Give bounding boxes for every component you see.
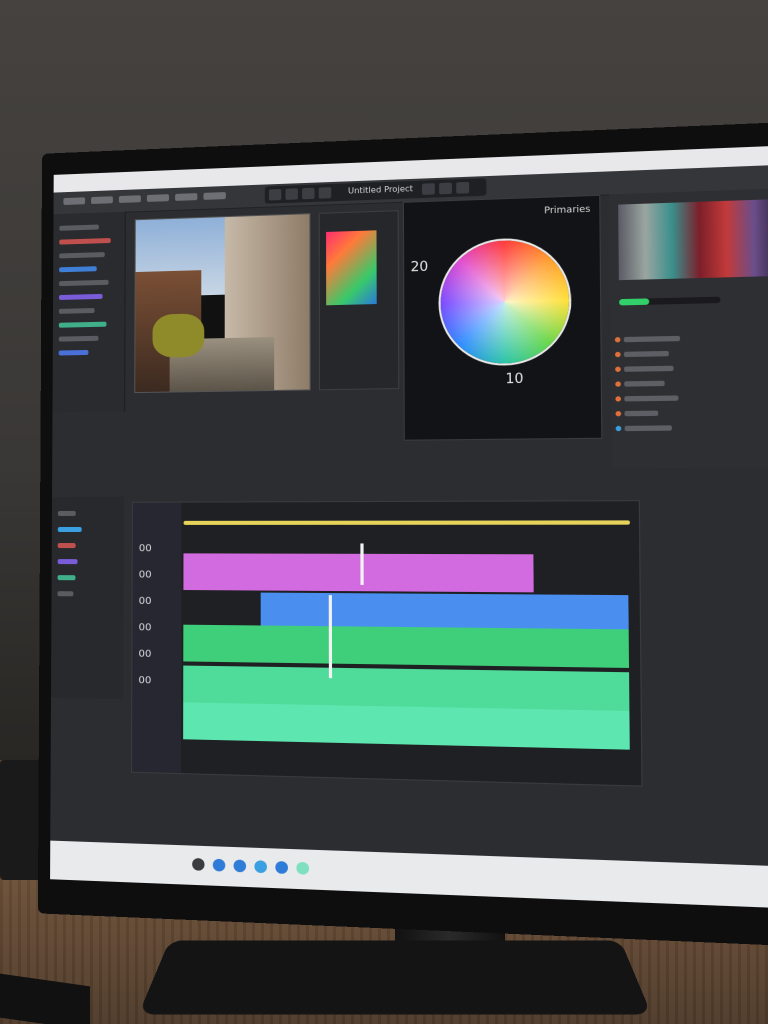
media-item[interactable] xyxy=(58,321,107,328)
saturation-slider[interactable] xyxy=(618,296,721,306)
menu-item[interactable] xyxy=(203,192,226,200)
track-header[interactable] xyxy=(57,543,76,549)
list-bullet xyxy=(615,366,621,372)
toolbar-button[interactable] xyxy=(421,183,435,195)
track-label: 00 xyxy=(138,675,152,687)
media-item[interactable] xyxy=(58,335,99,342)
photo-scene: Untitled Project Primaries 20 10 00 00 0… xyxy=(0,0,768,1024)
color-wheel-panel: Primaries 20 10 xyxy=(402,194,603,441)
track-label: 00 xyxy=(138,569,152,581)
scope-spectrum xyxy=(618,198,768,281)
clip-green[interactable] xyxy=(183,624,630,668)
media-browser-panel xyxy=(52,211,126,413)
track-label: 00 xyxy=(138,543,152,555)
taskbar-icon[interactable] xyxy=(233,859,247,873)
wheel-title: Primaries xyxy=(543,204,591,217)
list-bullet xyxy=(615,351,621,358)
toolbar-button[interactable] xyxy=(302,187,315,200)
media-item[interactable] xyxy=(58,308,95,314)
clip-teal[interactable] xyxy=(183,702,630,750)
inspector-item[interactable] xyxy=(624,425,672,432)
wheel-value: 20 xyxy=(410,259,429,276)
track-header[interactable] xyxy=(57,575,76,581)
screen: Untitled Project Primaries 20 10 00 00 0… xyxy=(50,144,768,910)
media-item[interactable] xyxy=(59,279,109,287)
menu-item[interactable] xyxy=(175,193,198,201)
inspector-item[interactable] xyxy=(623,335,681,343)
color-gradient-picker[interactable] xyxy=(326,230,377,306)
menu-item[interactable] xyxy=(146,194,170,202)
track-header[interactable] xyxy=(57,591,74,597)
track-header[interactable] xyxy=(57,526,82,533)
menu-item[interactable] xyxy=(63,197,86,206)
toolbar-button[interactable] xyxy=(268,188,282,201)
playhead-secondary[interactable] xyxy=(328,595,333,679)
os-taskbar xyxy=(50,840,768,910)
monitor-stand-base xyxy=(138,940,652,1015)
inspector-panel xyxy=(609,187,768,469)
track-label: 00 xyxy=(138,648,152,660)
list-bullet xyxy=(615,396,622,402)
toolbar-button[interactable] xyxy=(318,187,332,199)
list-bullet xyxy=(615,411,622,417)
taskbar-icon[interactable] xyxy=(296,861,310,875)
toolbar-button[interactable] xyxy=(439,182,452,195)
taskbar-icon[interactable] xyxy=(192,857,205,871)
media-item[interactable] xyxy=(59,252,105,259)
color-wheel[interactable] xyxy=(440,238,570,365)
preview-tree xyxy=(152,312,205,358)
color-picker-panel xyxy=(318,210,400,391)
list-bullet xyxy=(615,425,622,432)
toolbar-title: Untitled Project xyxy=(347,184,414,196)
track-labels-column: 00 00 00 00 00 00 xyxy=(132,502,182,774)
media-item[interactable] xyxy=(59,237,111,245)
inspector-item[interactable] xyxy=(624,380,665,387)
menu-item[interactable] xyxy=(118,195,141,203)
timeline-ruler[interactable] xyxy=(183,520,630,525)
list-bullet xyxy=(614,337,621,343)
inspector-item[interactable] xyxy=(624,410,659,417)
media-item[interactable] xyxy=(58,293,103,300)
track-label: 00 xyxy=(138,622,152,634)
track-header-panel xyxy=(51,496,124,700)
clip-magenta[interactable] xyxy=(183,553,534,593)
taskbar-icon[interactable] xyxy=(254,860,267,874)
media-item[interactable] xyxy=(58,349,89,356)
inspector-item[interactable] xyxy=(624,365,674,372)
timeline-panel: 00 00 00 00 00 00 xyxy=(131,500,643,787)
playhead[interactable] xyxy=(360,543,364,585)
inspector-item[interactable] xyxy=(624,395,679,402)
track-label: 00 xyxy=(138,595,152,608)
taskbar-icon[interactable] xyxy=(275,860,288,874)
monitor: Untitled Project Primaries 20 10 00 00 0… xyxy=(37,120,768,948)
media-item[interactable] xyxy=(59,266,97,273)
toolbar-button[interactable] xyxy=(456,181,470,194)
wheel-bottom-value: 10 xyxy=(505,371,524,388)
media-item[interactable] xyxy=(59,224,99,231)
track-header[interactable] xyxy=(57,559,78,565)
track-header[interactable] xyxy=(57,510,76,516)
video-preview[interactable] xyxy=(134,213,311,394)
menu-item[interactable] xyxy=(91,196,113,205)
list-bullet xyxy=(615,381,621,387)
taskbar-icon[interactable] xyxy=(212,858,226,872)
toolbar-button[interactable] xyxy=(285,188,298,200)
inspector-item[interactable] xyxy=(623,350,669,358)
